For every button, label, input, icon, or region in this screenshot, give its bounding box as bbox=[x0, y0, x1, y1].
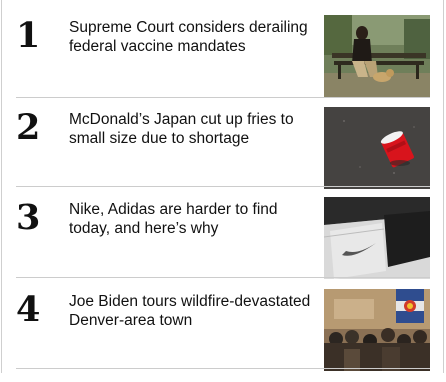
divider bbox=[16, 97, 430, 98]
story-item-1[interactable]: 1 Supreme Court considers derailing fede… bbox=[16, 15, 430, 108]
story-headline-link[interactable]: Supreme Court considers derailing federa… bbox=[69, 18, 315, 56]
divider bbox=[16, 186, 430, 187]
story-rank: 2 bbox=[16, 107, 41, 148]
divider bbox=[16, 277, 430, 278]
divider bbox=[16, 368, 430, 369]
fries-box-photo-icon[interactable] bbox=[324, 107, 430, 189]
story-rank: 1 bbox=[16, 15, 41, 56]
story-headline-link[interactable]: McDonald’s Japan cut up fries to small s… bbox=[69, 110, 315, 148]
trending-stories-panel: 1 Supreme Court considers derailing fede… bbox=[1, 0, 444, 373]
town-hall-photo-icon[interactable] bbox=[324, 289, 430, 371]
shoebox-photo-icon[interactable] bbox=[324, 197, 430, 279]
story-headline-link[interactable]: Joe Biden tours wildfire-devastated Denv… bbox=[69, 292, 315, 330]
story-headline-link[interactable]: Nike, Adidas are harder to find today, a… bbox=[69, 200, 315, 238]
story-rank: 4 bbox=[16, 289, 41, 330]
park-bench-photo-icon[interactable] bbox=[324, 15, 430, 97]
story-rank: 3 bbox=[16, 197, 41, 238]
